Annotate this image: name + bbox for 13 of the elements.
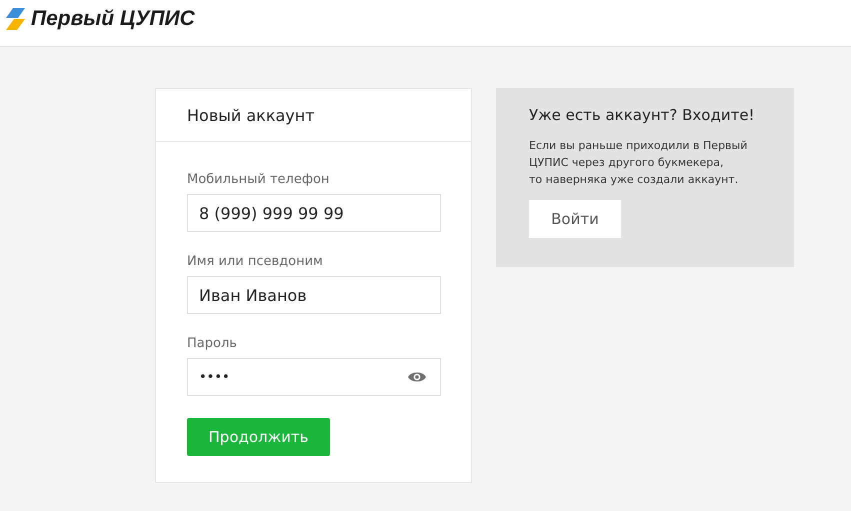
logo-icon <box>6 8 26 30</box>
login-button[interactable]: Войти <box>529 200 621 238</box>
logo-text: Первый ЦУПИС <box>31 7 195 31</box>
field-label: Имя или псевдоним <box>187 254 324 269</box>
password-field[interactable]: •••• <box>187 358 441 396</box>
panel-title: Уже есть аккаунт? Входите! <box>529 106 756 124</box>
input-field[interactable]: Иван Иванов <box>187 276 441 314</box>
card-title: Новый аккаунт <box>187 106 315 124</box>
input-field[interactable]: 8 (999) 999 99 99 <box>187 194 441 232</box>
field-label: Мобильный телефон <box>187 172 330 187</box>
field-label: Пароль <box>187 336 238 351</box>
eye-icon[interactable] <box>408 371 426 383</box>
panel-text: Если вы раньше приходили в Первый ЦУПИС через другого букмекера, то наверняка уже создали аккаунт. <box>529 138 748 188</box>
